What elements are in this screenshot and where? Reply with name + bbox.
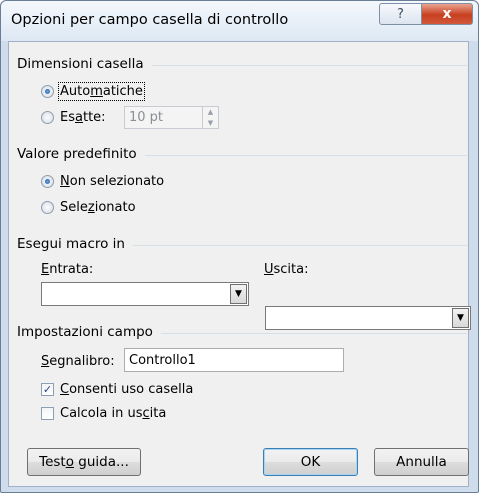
bookmark-input[interactable]: Controllo1: [124, 348, 344, 372]
not-selected-radio[interactable]: [41, 175, 54, 188]
cancel-button[interactable]: Annulla: [374, 448, 469, 476]
help-text-button[interactable]: Testo guida...: [27, 448, 141, 476]
help-button[interactable]: ?: [379, 3, 422, 25]
help-icon: ?: [397, 6, 404, 22]
size-group-header: Dimensioni casella: [17, 56, 467, 72]
chevron-down-icon[interactable]: ▼: [230, 284, 247, 304]
exact-size-label: Esatte:: [60, 110, 106, 125]
close-button[interactable]: x: [421, 3, 473, 25]
calc-checkbox-option[interactable]: Calcola in uscita: [41, 406, 166, 421]
enable-checkbox[interactable]: ✓: [41, 383, 54, 396]
bookmark-value: Controllo1: [129, 352, 196, 368]
exact-size-value: 10 pt: [129, 110, 164, 125]
ok-button-label: OK: [300, 454, 321, 470]
entry-macro-select[interactable]: ▼: [41, 282, 249, 306]
size-group-label: Dimensioni casella: [17, 56, 144, 72]
selected-option[interactable]: Selezionato: [41, 200, 136, 215]
group-divider: [133, 244, 467, 246]
group-divider: [151, 64, 467, 66]
exact-size-radio[interactable]: [41, 111, 54, 124]
entry-macro-label: Entrata:: [41, 262, 94, 277]
not-selected-label: Non selezionato: [60, 174, 165, 189]
calc-checkbox[interactable]: [41, 407, 54, 420]
auto-size-radio[interactable]: [41, 85, 54, 98]
macro-group-label: Esegui macro in: [17, 236, 125, 252]
title-bar: Opzioni per campo casella di controllo ?…: [1, 1, 478, 41]
default-group-label: Valore predefinito: [17, 146, 137, 162]
cancel-button-label: Annulla: [396, 454, 447, 470]
exact-size-option[interactable]: Esatte:: [41, 110, 106, 125]
group-divider: [144, 154, 467, 156]
default-group-header: Valore predefinito: [17, 146, 467, 162]
enable-checkbox-label: Consenti uso casella: [60, 382, 194, 397]
selected-label: Selezionato: [60, 200, 136, 215]
auto-size-label: Automatiche: [58, 82, 145, 101]
group-divider: [160, 332, 467, 334]
macro-group-header: Esegui macro in: [17, 236, 467, 252]
auto-size-option[interactable]: Automatiche: [41, 82, 145, 101]
dialog-title: Opzioni per campo casella di controllo: [11, 12, 289, 28]
field-group-label: Impostazioni campo: [17, 324, 153, 340]
ok-button[interactable]: OK: [263, 448, 358, 476]
spinner-arrows-icon[interactable]: ▲ ▼: [202, 107, 218, 128]
dialog-window: Opzioni per campo casella di controllo ?…: [0, 0, 479, 493]
calc-checkbox-label: Calcola in uscita: [60, 406, 167, 421]
not-selected-option[interactable]: Non selezionato: [41, 174, 164, 189]
help-text-button-label: Testo guida...: [39, 454, 129, 470]
selected-radio[interactable]: [41, 201, 54, 214]
bookmark-label: Segnalibro:: [41, 354, 115, 369]
field-group-header: Impostazioni campo: [17, 324, 467, 340]
close-icon: x: [442, 6, 452, 22]
enable-checkbox-option[interactable]: ✓ Consenti uso casella: [41, 382, 193, 397]
exit-macro-label: Uscita:: [264, 262, 309, 277]
dialog-body: Dimensioni casella Automatiche Esatte: 1…: [8, 41, 471, 487]
exact-size-spinner[interactable]: 10 pt ▲ ▼: [124, 106, 219, 129]
